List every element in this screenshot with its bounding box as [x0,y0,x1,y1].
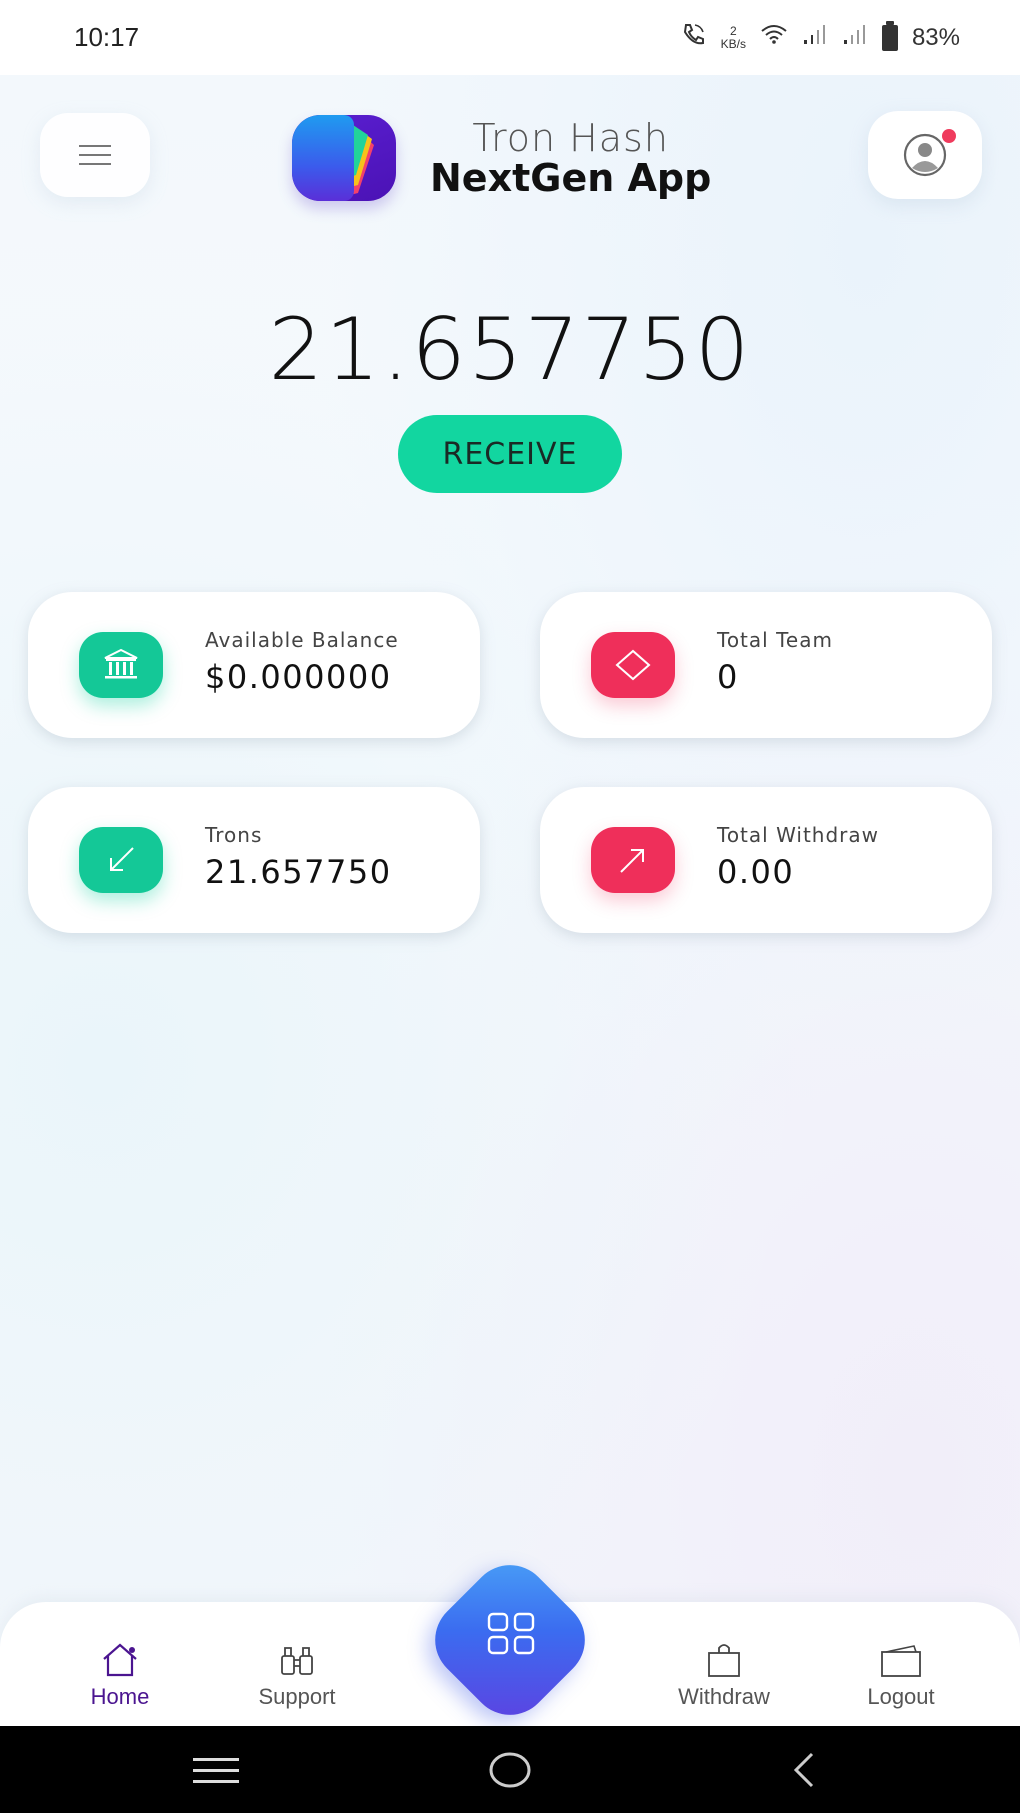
brand-title-line2: NextGen App [430,156,712,200]
nav-label: Logout [867,1684,935,1709]
nav-label: Support [258,1684,336,1709]
net-speed: 2 KB/s [720,23,746,51]
card-value: 0.00 [717,853,795,891]
net-speed-unit: KB/s [720,36,746,51]
home-circle-icon[interactable] [488,1750,532,1790]
home-icon [103,1643,137,1677]
stat-card-trons[interactable]: Trons 21.657750 [28,787,480,933]
receive-button[interactable]: RECEIVE [398,415,622,493]
arrow-up-right-icon [620,849,644,873]
nav-label: Home [90,1684,150,1709]
menu-button[interactable] [40,113,150,197]
status-bar: 10:17 2 KB/s 83% [0,0,1020,75]
battery-percent: 83% [911,23,960,51]
hamburger-icon [79,145,111,165]
nav-item-home[interactable]: Home [50,1642,190,1710]
app-screen: Tron Hash NextGen App 21.657750 RECEIVE [0,75,1020,1725]
card-value: 0 [717,658,739,696]
status-icons: 2 KB/s 83% [681,20,960,54]
net-speed-value: 2 [729,23,737,38]
card-value: $0.000000 [205,658,392,696]
stat-card-total-team[interactable]: Total Team 0 [540,592,992,738]
binoculars-icon [281,1647,313,1675]
battery-icon [881,20,898,51]
back-icon[interactable] [788,1750,818,1790]
nav-item-support[interactable]: Support [227,1642,367,1710]
brand: Tron Hash NextGen App [292,115,711,201]
wifi-icon [760,23,788,52]
card-label: Trons [205,823,263,847]
brand-title-line1: Tron Hash [472,116,669,160]
card-label: Total Team [717,628,833,652]
status-time: 10:17 [74,22,140,52]
diamond-icon [615,649,651,681]
top-bar: Tron Hash NextGen App [0,75,1020,235]
app-logo-icon [292,115,396,201]
signal-icon [802,23,828,52]
stat-card-total-withdraw[interactable]: Total Withdraw 0.00 [540,787,992,933]
recents-icon[interactable] [193,1756,239,1786]
user-circle-icon [903,133,947,177]
bank-icon [104,648,138,679]
arrow-down-left-icon [110,847,134,871]
main-balance: 21.657750 [268,300,752,400]
profile-button[interactable] [868,111,982,199]
wallet-icon [881,1645,921,1677]
nav-item-withdraw[interactable]: Withdraw [654,1642,794,1710]
card-value: 21.657750 [205,853,392,891]
grid-icon [487,1612,535,1655]
system-nav-bar [0,1726,1020,1813]
notification-dot [942,129,956,143]
signal-icon [842,23,868,52]
shopping-bag-icon [708,1644,740,1677]
center-menu-button[interactable] [418,1548,602,1732]
card-label: Available Balance [205,628,399,652]
nav-item-logout[interactable]: Logout [831,1642,971,1710]
nav-label: Withdraw [678,1684,770,1709]
stat-card-available-balance[interactable]: Available Balance $0.000000 [28,592,480,738]
wifi-call-icon [681,22,707,54]
card-label: Total Withdraw [717,823,880,847]
